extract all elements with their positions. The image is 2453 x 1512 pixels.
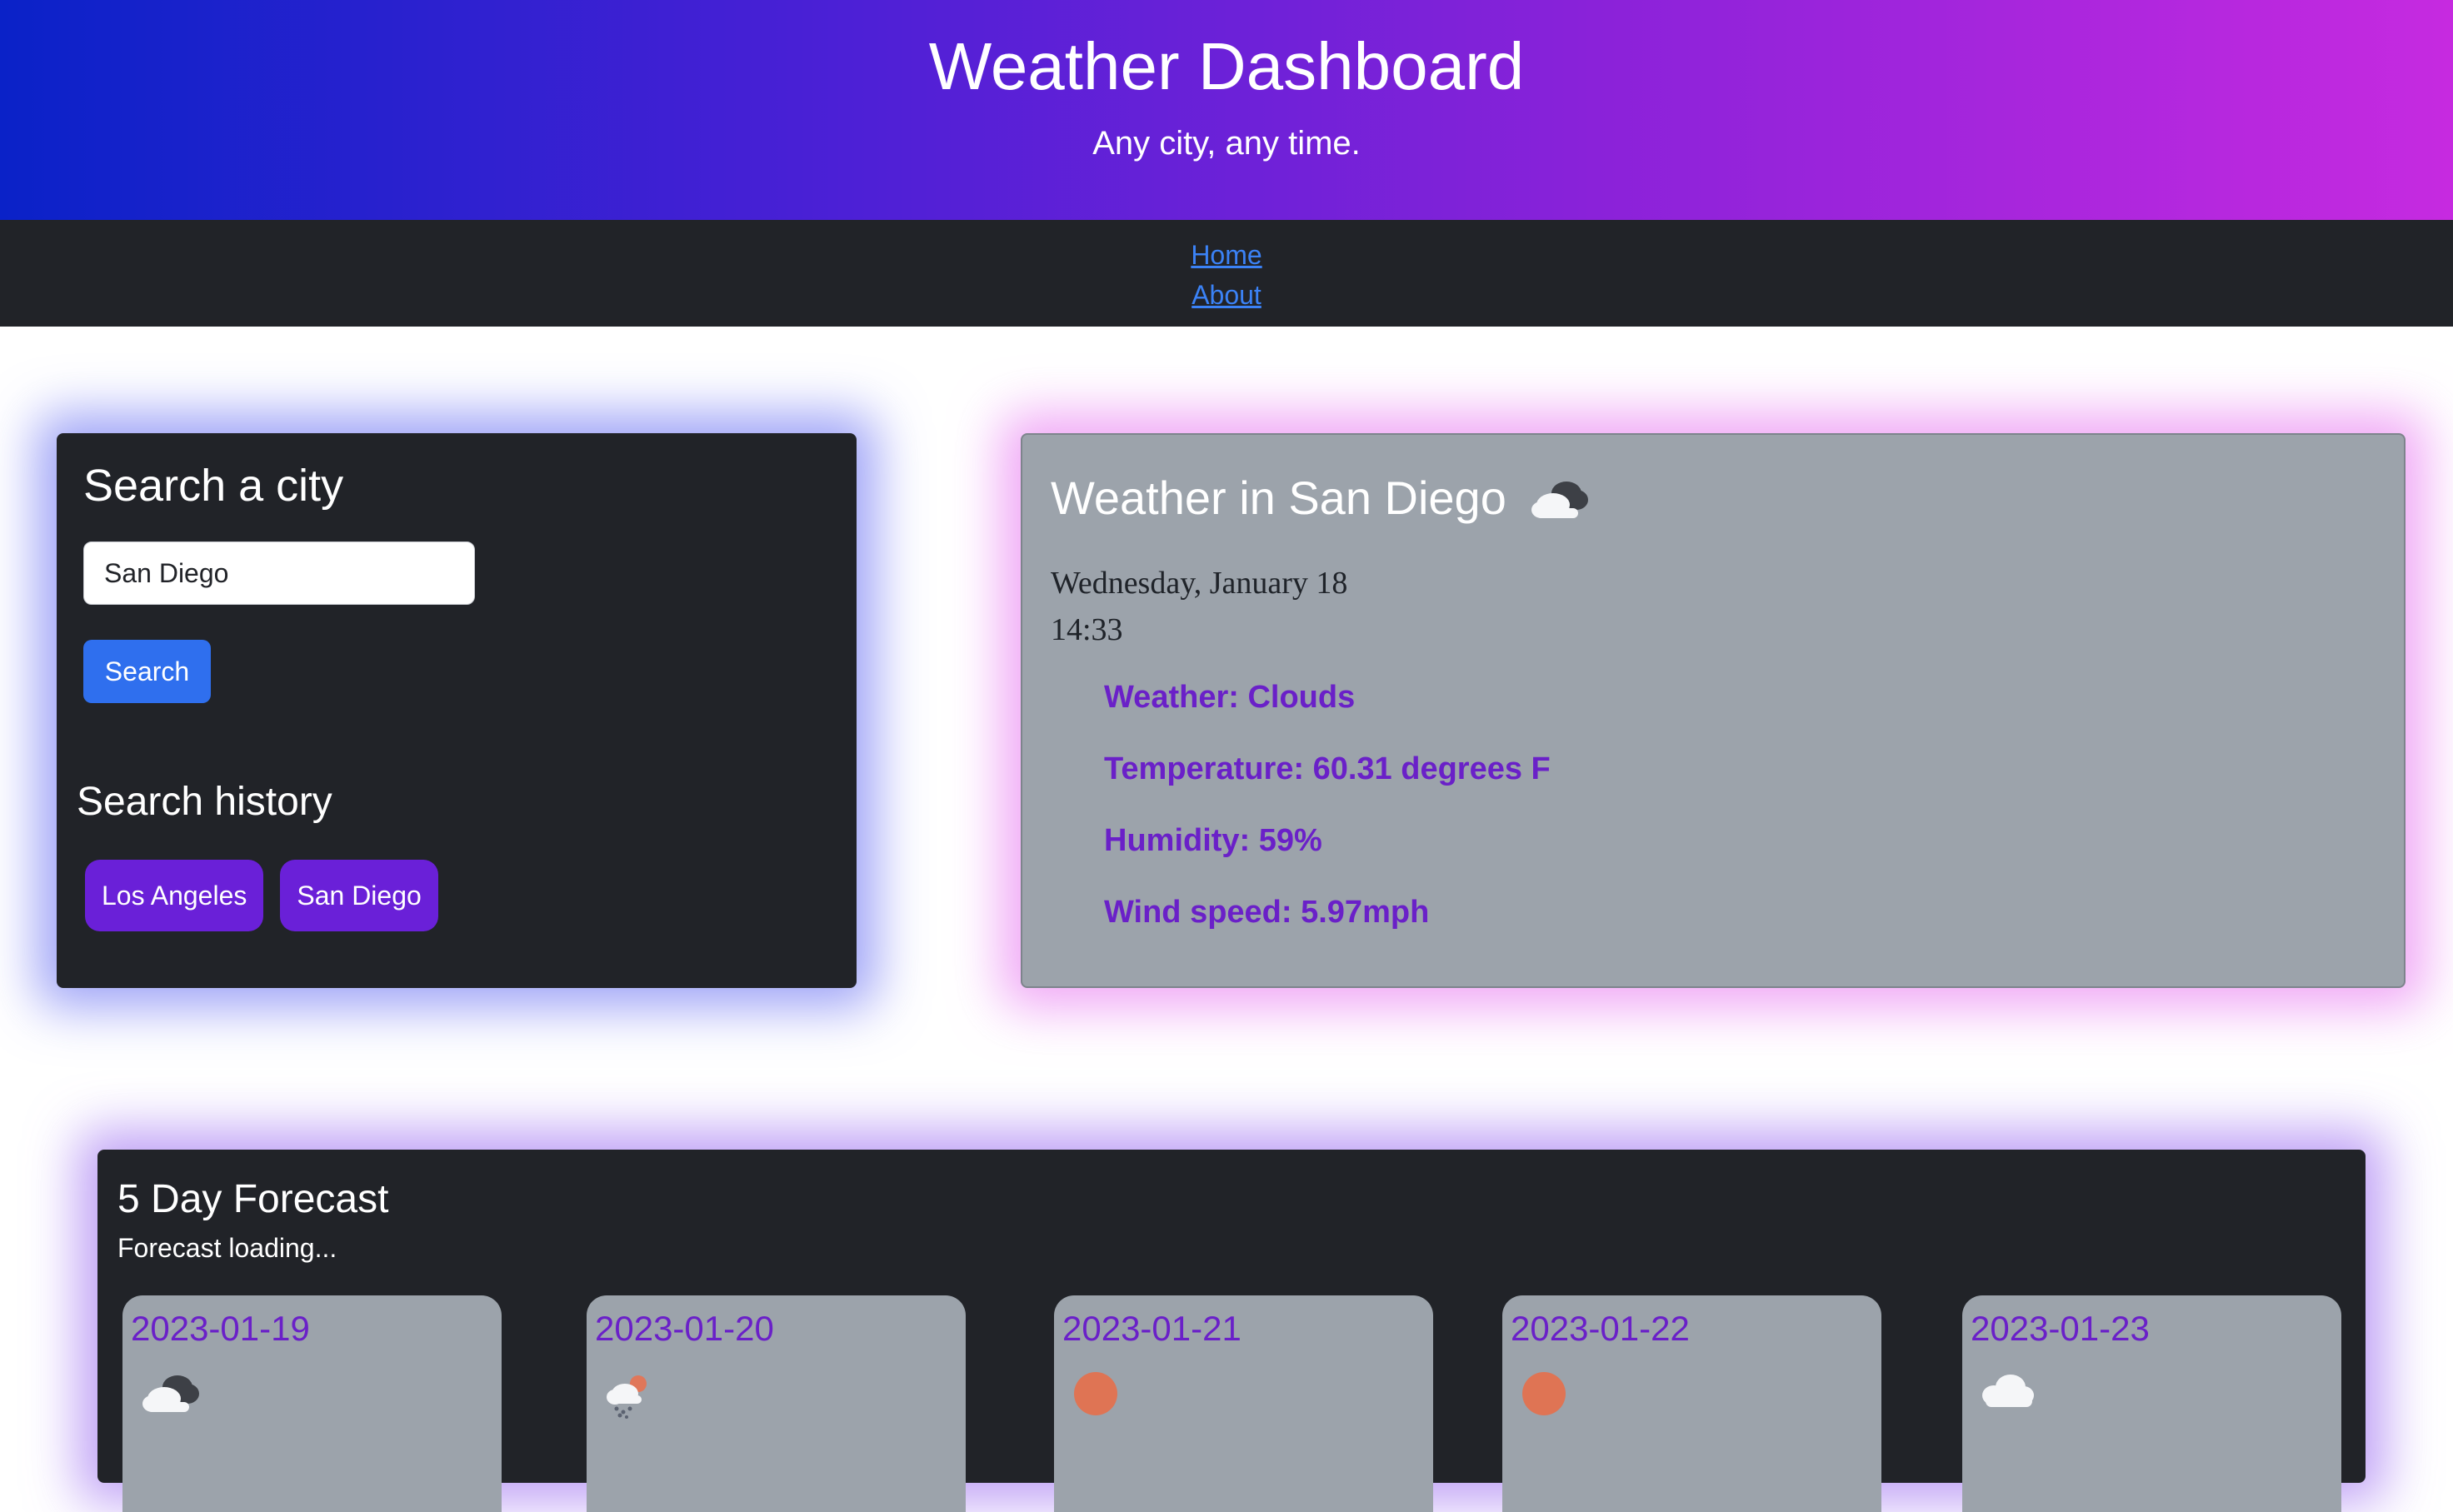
dark-cloud-icon: [142, 1375, 199, 1412]
nav-link-home[interactable]: Home: [0, 235, 2453, 275]
weather-wind-speed: Wind speed: 5.97mph: [1104, 895, 1430, 930]
current-date: Wednesday, January 18: [1051, 566, 1348, 601]
forecast-status: Forecast loading...: [117, 1233, 337, 1263]
forecast-day-date: 2023-01-23: [1971, 1309, 2150, 1348]
history-button-los-angeles[interactable]: Los Angeles: [85, 860, 264, 931]
forecast-day-date: 2023-01-19: [131, 1309, 310, 1348]
page-subtitle: Any city, any time.: [1092, 125, 1361, 162]
forecast-day-card: 2023-01-22: [1502, 1295, 1881, 1512]
sun-icon: [1522, 1372, 1566, 1415]
forecast-day-card: 2023-01-19: [122, 1295, 502, 1512]
forecast-day-card: 2023-01-23: [1962, 1295, 2341, 1512]
forecast-day-card: 2023-01-21: [1054, 1295, 1433, 1512]
current-weather-details: Weather: Clouds Temperature: 60.31 degre…: [1104, 676, 1551, 963]
history-button-san-diego[interactable]: San Diego: [280, 860, 438, 931]
sun-icon: [1074, 1372, 1117, 1415]
nav-link-about[interactable]: About: [0, 275, 2453, 315]
nav-bar: Home About: [0, 220, 2453, 327]
forecast-title: 5 Day Forecast: [117, 1177, 389, 1221]
search-title: Search a city: [83, 461, 344, 511]
page-header: Weather Dashboard Any city, any time.: [0, 0, 2453, 220]
current-weather-heading: Weather in San Diego: [1051, 468, 1591, 528]
current-time: 14:33: [1051, 612, 1123, 647]
weather-condition: Weather: Clouds: [1104, 680, 1356, 715]
forecast-day-date: 2023-01-20: [595, 1309, 774, 1348]
page-title: Weather Dashboard: [928, 29, 1525, 103]
current-weather-panel: Weather in San Diego Wednesday, January …: [1021, 433, 2406, 988]
current-weather-title: Weather in San Diego: [1051, 472, 1506, 524]
forecast-day-card: 2023-01-20: [587, 1295, 966, 1512]
forecast-day-date: 2023-01-21: [1062, 1309, 1241, 1348]
partly-cloudy-icon: [1531, 482, 1588, 518]
search-button[interactable]: Search: [83, 640, 211, 703]
search-panel: Search a city Search Search history Los …: [57, 433, 857, 988]
forecast-panel: 5 Day Forecast Forecast loading... 2023-…: [97, 1150, 2366, 1512]
search-history-list: Los Angeles San Diego: [85, 860, 438, 931]
weather-temperature: Temperature: 60.31 degrees F: [1104, 751, 1551, 786]
weather-humidity: Humidity: 59%: [1104, 823, 1322, 858]
city-search-input[interactable]: [83, 541, 475, 605]
cloud-icon: [1982, 1375, 2034, 1407]
rain-cloud-icon: [607, 1375, 647, 1419]
forecast-day-date: 2023-01-22: [1511, 1309, 1690, 1348]
search-history-title: Search history: [77, 780, 332, 824]
